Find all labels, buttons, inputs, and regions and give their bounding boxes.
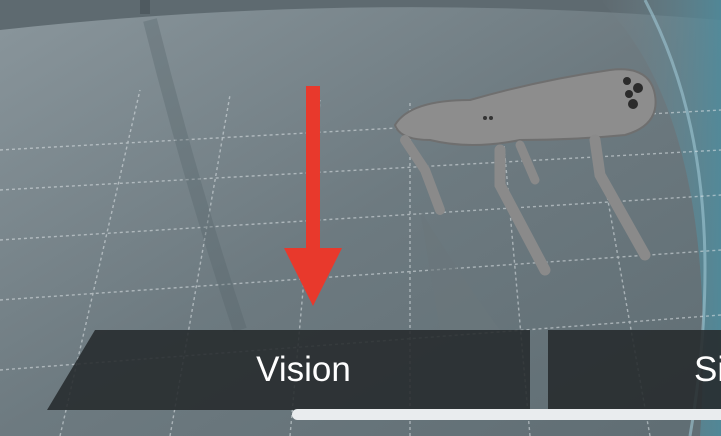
tab-vision[interactable]: Vision [47,330,530,410]
tab-vision-label: Vision [256,350,351,389]
carousel-scroll-indicator[interactable] [292,409,721,420]
tab-next-label: Si [694,350,721,389]
tab-next[interactable]: Si [548,330,721,410]
